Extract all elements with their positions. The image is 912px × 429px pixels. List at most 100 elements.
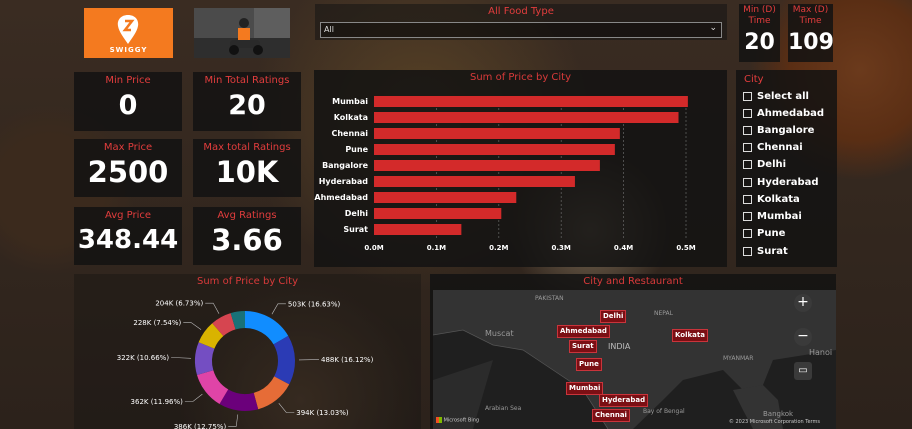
map-pin-hyderabad[interactable]: Hyderabad [599,394,649,407]
max-price-value: 2500 [87,155,169,189]
min-time-card: Min (D) Time 20 [739,4,780,62]
delivery-rider-image [194,8,290,58]
city-option-chennai[interactable]: Chennai [743,142,803,153]
checkbox-icon [743,143,752,152]
city-option-pune[interactable]: Pune [743,228,785,239]
bing-logo: Microsoft Bing [436,417,479,424]
bar-surat[interactable] [374,224,462,235]
map-select-icon[interactable]: ▭ [794,362,812,380]
bar-ahmedabad[interactable] [374,192,517,203]
avg-price-card: Avg Price 348.44 [74,207,182,265]
city-slicer: City Select all Ahmedabad Bangalore Chen… [736,70,837,267]
min-time-label: Min (D) Time [743,5,776,26]
city-option-select-all[interactable]: Select all [743,91,809,102]
leader-line [184,393,203,402]
food-type-slicer: All Food Type All ⌄ [315,4,727,40]
map-label-arabian-sea: Arabian Sea [485,405,522,412]
bar-pune[interactable] [374,144,615,155]
avg-ratings-label: Avg Ratings [217,210,277,221]
food-type-dropdown[interactable]: All ⌄ [320,22,722,38]
leader-line [171,357,192,359]
donut-data-label: 322K (10.66%) [117,354,170,362]
donut-data-label: 386K (12.75%) [174,423,227,429]
avg-price-value: 348.44 [77,225,179,255]
donut-data-label: 503K (16.63%) [288,300,341,308]
avg-price-label: Avg Price [104,210,152,221]
checkbox-icon [743,212,752,221]
checkbox-icon [743,160,752,169]
map-label-bay-of-bengal: Bay of Bengal [643,408,685,415]
map-label-muscat: Muscat [485,329,514,338]
max-time-card: Max (D) Time 109 [788,4,834,62]
leader-line [278,402,295,413]
map-label-nepal: NEPAL [654,310,673,317]
map-pin-delhi[interactable]: Delhi [600,310,627,323]
city-option-bangalore[interactable]: Bangalore [743,125,814,136]
donut-slice[interactable] [245,311,289,345]
leader-line [271,303,286,315]
y-tick-label: Bangalore [322,161,369,170]
bar-hyderabad[interactable] [374,176,575,187]
leader-line [205,302,220,314]
bing-icon [436,417,442,423]
max-price-card: Max Price 2500 [74,139,182,197]
bar-delhi[interactable] [374,208,502,219]
y-tick-label: Mumbai [332,97,368,106]
avg-ratings-card: Avg Ratings 3.66 [193,207,301,265]
bar-chennai[interactable] [374,128,620,139]
bar-chart-card: Sum of Price by City 0.0M 0.1M 0.2M 0.3M 0.4… [314,70,727,267]
y-tick-label: Chennai [331,129,368,138]
y-tick-label: Surat [343,225,368,234]
zoom-out-icon[interactable]: − [794,328,812,346]
donut-data-label: 488K (16.12%) [321,356,374,364]
map-label-pakistan: PAKISTAN [535,295,564,302]
y-tick-label: Pune [345,145,368,154]
map-pin-pune[interactable]: Pune [576,358,602,371]
city-option-hyderabad[interactable]: Hyderabad [743,177,819,188]
y-tick-label: Kolkata [334,113,368,122]
map-title: City and Restaurant [583,276,683,287]
zoom-in-icon[interactable]: + [794,294,812,312]
map-pin-ahmedabad[interactable]: Ahmedabad [557,325,610,338]
map-pin-mumbai[interactable]: Mumbai [566,382,604,395]
leader-line [183,322,202,330]
india-map[interactable]: PAKISTAN NEPAL INDIA MYANMAR Muscat Hano… [433,290,836,429]
checkbox-icon [743,178,752,187]
donut-data-label: 228K (7.54%) [133,319,181,327]
x-tick-label: 0.0M [364,244,383,252]
donut-slice[interactable] [273,335,295,385]
y-tick-label: Delhi [345,209,369,218]
max-total-ratings-label: Max total Ratings [203,142,291,153]
map-pin-kolkata[interactable]: Kolkata [672,329,708,342]
swiggy-brand: SWIGGY [109,46,148,54]
y-tick-label: Hyderabad [319,177,369,186]
city-option-kolkata[interactable]: Kolkata [743,194,800,205]
min-price-card: Min Price 0 [74,72,182,131]
x-tick-label: 0.1M [427,244,446,252]
max-time-label: Max (D) Time [792,5,829,26]
min-total-ratings-label: Min Total Ratings [204,75,290,86]
food-type-title: All Food Type [488,6,554,17]
y-tick-label: Ahmedabad [314,193,368,202]
map-label-bangkok: Bangkok [763,410,794,418]
avg-ratings-value: 3.66 [211,223,283,257]
city-option-surat[interactable]: Surat [743,246,788,257]
bar-kolkata[interactable] [374,112,679,123]
checkbox-icon [743,195,752,204]
city-option-ahmedabad[interactable]: Ahmedabad [743,108,824,119]
city-option-delhi[interactable]: Delhi [743,159,786,170]
max-total-ratings-value: 10K [215,155,279,189]
checkbox-icon [743,92,752,101]
bar-mumbai[interactable] [374,96,688,107]
x-tick-label: 0.2M [489,244,508,252]
donut-data-label: 362K (11.96%) [131,398,184,406]
city-option-mumbai[interactable]: Mumbai [743,211,802,222]
delivery-photo [194,8,290,58]
map-pin-chennai[interactable]: Chennai [592,409,630,422]
map-pin-surat[interactable]: Surat [569,340,597,353]
donut-chart-card: Sum of Price by City 503K (16.63%) 488K (… [74,274,421,429]
max-time-value: 109 [788,30,834,55]
checkbox-icon [743,229,752,238]
donut-data-label: 204K (6.73%) [155,300,203,308]
bar-bangalore[interactable] [374,160,600,171]
